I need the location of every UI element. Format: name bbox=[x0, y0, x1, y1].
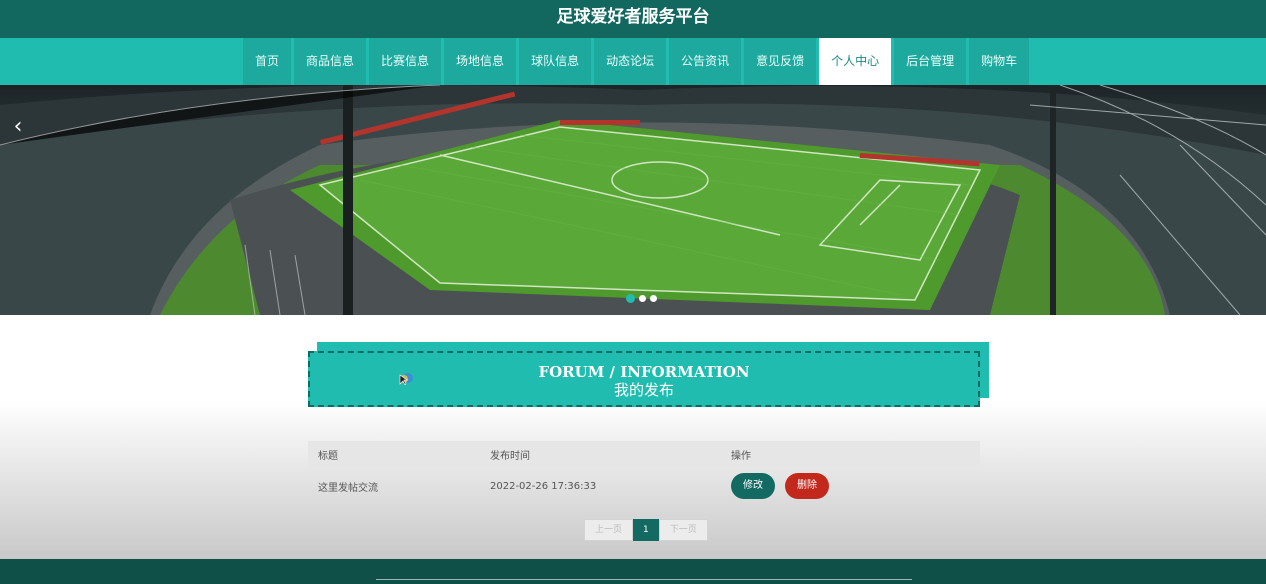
row-actions: 修改 删除 bbox=[721, 473, 980, 499]
mouse-cursor-icon bbox=[399, 373, 413, 385]
table-header: 标题 发布时间 操作 bbox=[308, 441, 980, 467]
footer-divider bbox=[376, 579, 912, 580]
carousel-dots bbox=[626, 294, 657, 303]
main-nav: 首页 商品信息 比赛信息 场地信息 球队信息 动态论坛 公告资讯 意见反馈 个人… bbox=[0, 38, 1266, 85]
col-header-title: 标题 bbox=[318, 450, 338, 462]
delete-button[interactable]: 删除 bbox=[785, 473, 829, 499]
nav-item-forum[interactable]: 动态论坛 bbox=[594, 38, 670, 85]
page-number-current[interactable]: 1 bbox=[633, 519, 659, 541]
carousel-dot-1[interactable] bbox=[626, 294, 635, 303]
banner-carousel[interactable]: ‹ bbox=[0, 85, 1266, 315]
col-header-time: 发布时间 bbox=[490, 450, 530, 462]
nav-item-personal-center[interactable]: 个人中心 bbox=[819, 38, 895, 85]
nav-item-products[interactable]: 商品信息 bbox=[294, 38, 370, 85]
nav-item-matches[interactable]: 比赛信息 bbox=[369, 38, 445, 85]
table-row: 这里发帖交流 2022-02-26 17:36:33 修改 删除 bbox=[308, 467, 980, 505]
col-header-actions: 操作 bbox=[731, 450, 751, 462]
edit-button[interactable]: 修改 bbox=[731, 473, 775, 499]
footer bbox=[0, 559, 1266, 584]
post-time: 2022-02-26 17:36:33 bbox=[490, 480, 597, 492]
prev-page-button[interactable]: 上一页 bbox=[584, 519, 634, 541]
site-header: 足球爱好者服务平台 bbox=[0, 0, 1266, 38]
nav-item-venues[interactable]: 场地信息 bbox=[444, 38, 520, 85]
carousel-dot-3[interactable] bbox=[650, 295, 657, 302]
my-posts-table: 标题 发布时间 操作 这里发帖交流 2022-02-26 17:36:33 修改… bbox=[308, 441, 980, 505]
next-page-button[interactable]: 下一页 bbox=[658, 519, 708, 541]
nav-item-feedback[interactable]: 意见反馈 bbox=[744, 38, 820, 85]
nav-item-news[interactable]: 公告资讯 bbox=[669, 38, 745, 85]
nav-item-teams[interactable]: 球队信息 bbox=[519, 38, 595, 85]
pagination: 上一页 1 下一页 bbox=[584, 519, 708, 541]
site-title: 足球爱好者服务平台 bbox=[556, 7, 710, 27]
carousel-dot-2[interactable] bbox=[639, 295, 646, 302]
chevron-left-icon[interactable]: ‹ bbox=[8, 113, 28, 141]
nav-item-admin[interactable]: 后台管理 bbox=[894, 38, 970, 85]
post-title: 这里发帖交流 bbox=[318, 482, 378, 494]
stadium-image bbox=[0, 85, 1266, 315]
nav-item-home[interactable]: 首页 bbox=[243, 38, 295, 85]
nav-item-cart[interactable]: 购物车 bbox=[969, 38, 1033, 85]
